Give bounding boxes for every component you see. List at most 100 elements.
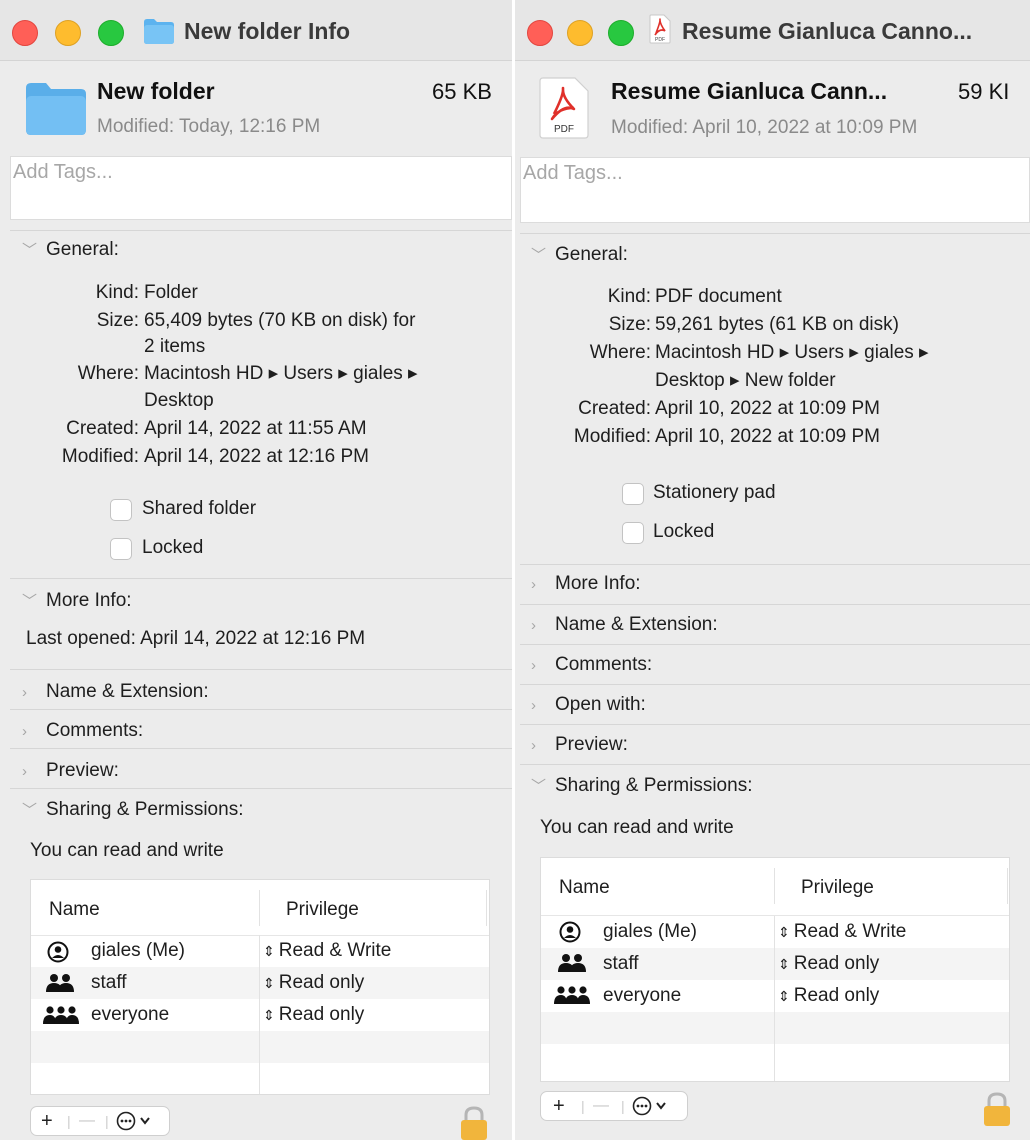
- ellipsis-circle-icon: [116, 1111, 150, 1131]
- permission-user-name: staff: [603, 953, 639, 974]
- divider: [520, 764, 1030, 765]
- column-header-privilege[interactable]: Privilege: [286, 898, 359, 922]
- kind-label: Kind:: [95, 282, 139, 303]
- column-header-name[interactable]: Name: [559, 876, 610, 900]
- section-sharing-toggle[interactable]: ﹀ Sharing & Permissions:: [531, 774, 752, 799]
- permission-user-name: everyone: [91, 1004, 170, 1025]
- chevron-right-icon: ›: [531, 657, 536, 674]
- user-icon: [559, 921, 581, 943]
- add-button[interactable]: +: [553, 1092, 565, 1120]
- action-menu-button[interactable]: [631, 1092, 673, 1128]
- size-value: 59,261 bytes (61 KB on disk): [655, 314, 899, 335]
- chevron-right-icon: ›: [531, 737, 536, 754]
- lock-icon[interactable]: [981, 1092, 1013, 1126]
- privilege-popup[interactable]: ⇕ Read only: [263, 999, 364, 1031]
- section-more-info-label: More Info:: [46, 590, 132, 611]
- column-divider: [486, 890, 487, 926]
- chevron-right-icon: ›: [22, 763, 27, 780]
- permissions-button-bar: + | — |: [30, 1106, 170, 1136]
- chevron-down-icon: ﹀: [22, 593, 38, 610]
- last-opened-text: Last opened: April 14, 2022 at 12:16 PM: [26, 628, 366, 649]
- remove-button[interactable]: —: [593, 1092, 609, 1120]
- kind-label: Kind:: [607, 286, 651, 307]
- title-bar[interactable]: New folder Info: [0, 0, 512, 61]
- title-bar[interactable]: PDF Resume Gianluca Canno...: [515, 0, 1030, 61]
- info-window-new-folder: New folder Info New folder 65 KB Modifie…: [0, 0, 512, 1140]
- privilege-popup[interactable]: ⇕ Read only: [778, 980, 879, 1012]
- privilege-popup[interactable]: ⇕ Read & Write: [778, 916, 906, 948]
- permission-user-name: giales (Me): [603, 921, 697, 942]
- modified-label: Modified:: [573, 426, 651, 447]
- permission-user-name: staff: [91, 972, 127, 993]
- remove-button[interactable]: —: [79, 1107, 95, 1135]
- permissions-table: Name Privilege giales (Me) ⇕ Read & Write…: [540, 857, 1010, 1082]
- separator: |: [621, 1098, 625, 1114]
- close-button[interactable]: [527, 20, 553, 46]
- section-sharing-label: Sharing & Permissions:: [555, 775, 753, 796]
- chevron-down-icon: ﹀: [531, 247, 547, 264]
- table-row: [31, 1063, 489, 1094]
- shared-folder-checkbox[interactable]: [110, 499, 132, 521]
- where-value-cont: Desktop: [144, 390, 214, 411]
- privilege-popup[interactable]: ⇕ Read only: [263, 967, 364, 999]
- ellipsis-circle-icon: [632, 1096, 666, 1116]
- section-open-with-label: Open with:: [555, 694, 646, 715]
- tags-field[interactable]: [520, 157, 1030, 223]
- section-name-extension-label: Name & Extension:: [46, 681, 209, 702]
- pdf-badge-text: PDF: [655, 37, 665, 43]
- pdf-badge-text: PDF: [554, 124, 574, 135]
- privilege-popup[interactable]: ⇕ Read & Write: [263, 935, 391, 967]
- divider: [520, 724, 1030, 725]
- divider: [520, 604, 1030, 605]
- locked-checkbox[interactable]: [622, 522, 644, 544]
- where-label: Where:: [77, 363, 139, 384]
- created-label: Created:: [66, 418, 139, 439]
- column-divider: [1007, 868, 1008, 904]
- lock-icon[interactable]: [458, 1106, 490, 1140]
- kind-value: PDF document: [655, 286, 782, 307]
- permission-user-name: everyone: [603, 985, 682, 1006]
- folder-large-icon: [26, 83, 86, 135]
- item-size: 59 KI: [958, 79, 1010, 104]
- permission-status: You can read and write: [540, 817, 734, 838]
- stationery-pad-checkbox[interactable]: [622, 483, 644, 505]
- group-icon: [558, 954, 586, 972]
- section-more-info-toggle[interactable]: ﹀ More Info:: [22, 589, 132, 614]
- minimize-button[interactable]: [55, 20, 81, 46]
- created-value: April 14, 2022 at 11:55 AM: [144, 418, 367, 439]
- column-header-privilege[interactable]: Privilege: [801, 876, 874, 900]
- locked-label: Locked: [142, 537, 204, 558]
- tags-input[interactable]: [11, 161, 512, 184]
- section-comments-toggle[interactable]: › Comments:: [531, 653, 652, 678]
- shared-folder-label: Shared folder: [142, 498, 257, 519]
- permission-user-name: giales (Me): [91, 940, 185, 961]
- zoom-button[interactable]: [608, 20, 634, 46]
- section-comments-toggle[interactable]: › Comments:: [22, 719, 143, 744]
- section-preview-toggle[interactable]: › Preview:: [22, 759, 119, 784]
- tags-input[interactable]: [521, 162, 1030, 185]
- column-header-name[interactable]: Name: [49, 898, 100, 922]
- privilege-popup[interactable]: ⇕ Read only: [778, 948, 879, 980]
- section-open-with-toggle[interactable]: › Open with:: [531, 693, 646, 718]
- close-button[interactable]: [12, 20, 38, 46]
- section-name-extension-toggle[interactable]: › Name & Extension:: [22, 680, 209, 705]
- section-general-toggle[interactable]: ﹀ General:: [531, 243, 628, 268]
- divider: [520, 684, 1030, 685]
- locked-checkbox[interactable]: [110, 538, 132, 560]
- section-more-info-toggle[interactable]: › More Info:: [531, 572, 641, 597]
- action-menu-button[interactable]: [115, 1107, 157, 1140]
- column-divider: [774, 916, 775, 1081]
- updown-icon: ⇕: [263, 1007, 275, 1023]
- divider: [10, 230, 512, 231]
- section-general-toggle[interactable]: ﹀ General:: [22, 238, 119, 263]
- minimize-button[interactable]: [567, 20, 593, 46]
- section-name-extension-toggle[interactable]: › Name & Extension:: [531, 613, 718, 638]
- section-preview-toggle[interactable]: › Preview:: [531, 733, 628, 758]
- folder-icon: [144, 19, 174, 44]
- section-sharing-toggle[interactable]: ﹀ Sharing & Permissions:: [22, 798, 243, 823]
- add-button[interactable]: +: [41, 1107, 53, 1135]
- zoom-button[interactable]: [98, 20, 124, 46]
- tags-field[interactable]: [10, 156, 512, 220]
- group-icon: [46, 974, 74, 992]
- privilege-label: Read only: [278, 1004, 365, 1025]
